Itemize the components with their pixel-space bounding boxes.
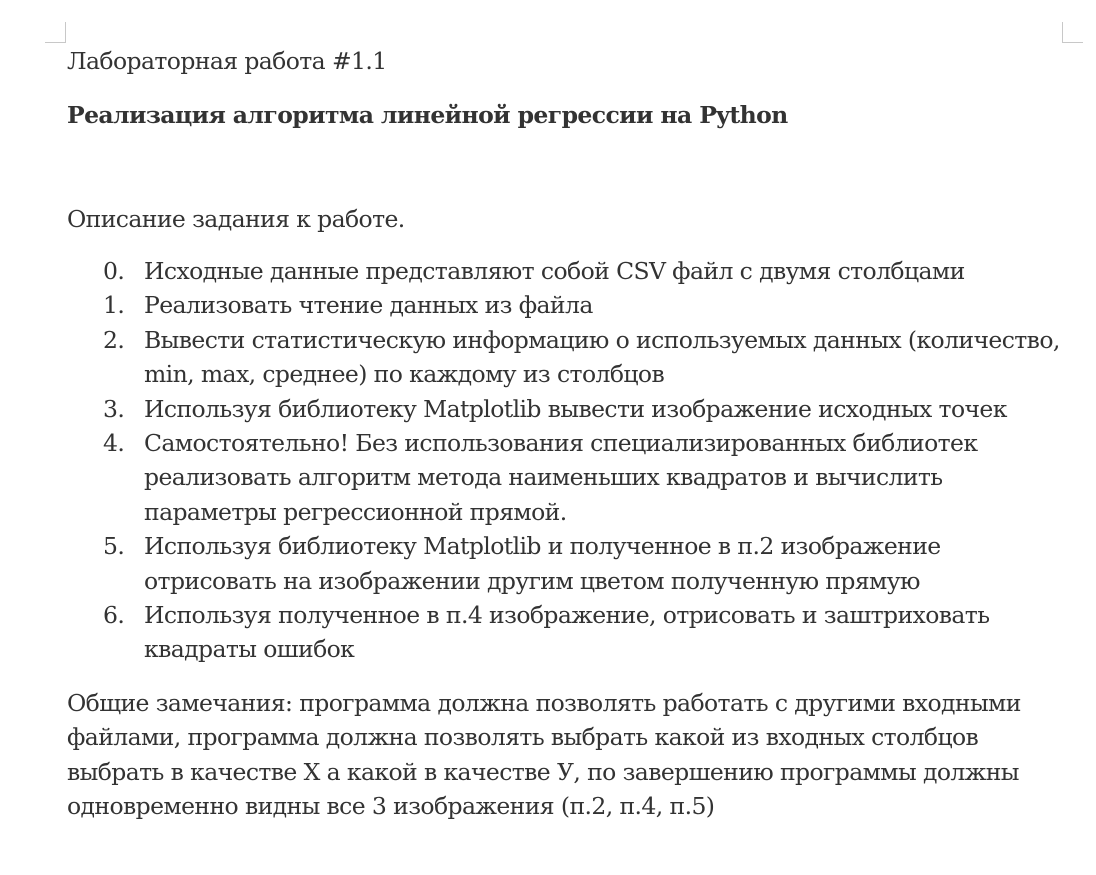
general-remarks: Общие замечания: программа должна позвол…: [67, 686, 1077, 824]
page-corner-mark-right: [1062, 22, 1083, 43]
remarks-text-line: файлами, программа должна позволять выбр…: [67, 723, 979, 752]
task-number: 2.: [103, 325, 125, 354]
task-text-line: реализовать алгоритм метода наименьших к…: [144, 463, 943, 492]
document-subtitle: Реализация алгоритма линейной регрессии …: [67, 101, 788, 129]
task-list-item: 1. Реализовать чтение данных из файла: [67, 288, 1077, 322]
task-text-line: Исходные данные представляют собой CSV ф…: [144, 257, 965, 285]
task-text-line: Реализовать чтение данных из файла: [144, 291, 593, 320]
remarks-text-line: одновременно видны все 3 изображения (п.…: [67, 792, 715, 821]
task-number: 0.: [103, 257, 125, 285]
task-text-line: Используя полученное в п.4 изображение, …: [144, 601, 990, 630]
task-number: 5.: [103, 532, 125, 561]
task-list-item: 5. Используя библиотеку Matplotlib и полу…: [67, 529, 1077, 598]
remarks-text-line: выбрать в качестве X а какой в качестве …: [67, 757, 1019, 786]
task-list-item: 2. Вывести статистическую информацию о ис…: [67, 323, 1077, 392]
task-number: 6.: [103, 601, 125, 630]
task-text-line: Используя библиотеку Matplotlib вывести …: [144, 394, 1007, 423]
task-list: 0. Исходные данные представляют собой CSV…: [67, 254, 1077, 667]
task-list-item: 0. Исходные данные представляют собой CSV…: [67, 254, 1077, 288]
task-list-item: 4. Самостоятельно! Без использования спец…: [67, 426, 1077, 529]
task-number: 3.: [103, 394, 125, 423]
task-text-line: min, max, среднее) по каждому из столбцо…: [144, 360, 665, 389]
task-text-line: Вывести статистическую информацию о испо…: [144, 325, 1060, 354]
task-list-item: 6. Используя полученное в п.4 изображение…: [67, 598, 1077, 667]
task-list-item: 3. Используя библиотеку Matplotlib вывест…: [67, 392, 1077, 426]
document-title: Лабораторная работа #1.1: [67, 47, 387, 75]
task-text-line: квадраты ошибок: [144, 635, 355, 664]
task-text-line: отрисовать на изображении другим цветом …: [144, 566, 920, 595]
remarks-text-line: Общие замечания: программа должна позвол…: [67, 689, 1021, 717]
task-number: 1.: [103, 291, 125, 320]
task-text-line: Используя библиотеку Matplotlib и получе…: [144, 532, 941, 561]
task-text-line: параметры регрессионной прямой.: [144, 497, 567, 526]
task-number: 4.: [103, 429, 125, 458]
description-heading: Описание задания к работе.: [67, 205, 405, 233]
page-corner-mark-left: [45, 22, 66, 43]
task-text-line: Самостоятельно! Без использования специа…: [144, 429, 978, 458]
